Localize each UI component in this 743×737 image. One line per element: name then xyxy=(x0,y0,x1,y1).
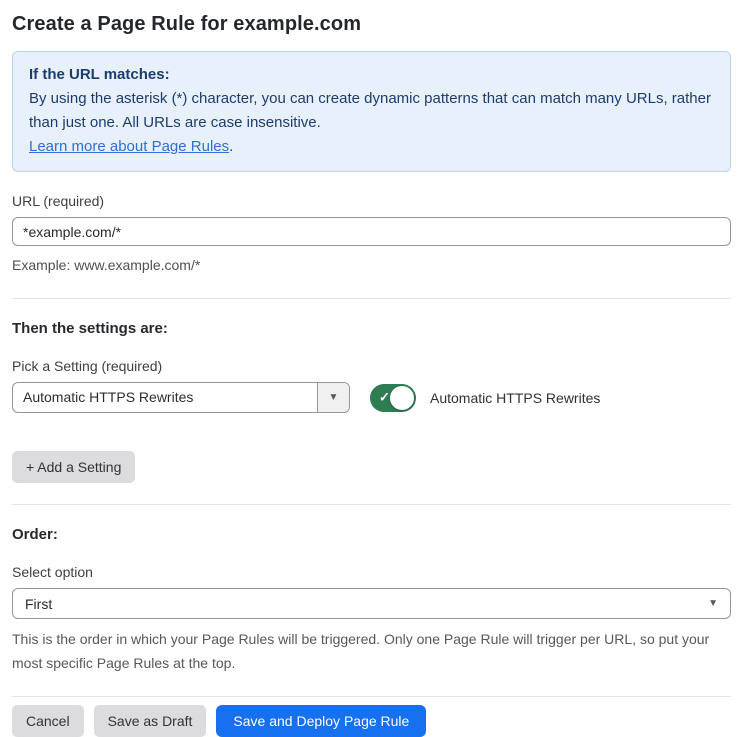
automatic-https-rewrites-toggle[interactable]: ✓ xyxy=(370,383,416,412)
setting-picker-value: Automatic HTTPS Rewrites xyxy=(23,389,194,405)
toggle-knob xyxy=(390,385,414,410)
divider xyxy=(12,696,731,697)
url-field-label: URL (required) xyxy=(12,193,105,209)
setting-picker-arrow-button[interactable]: ▼ xyxy=(317,383,349,412)
check-icon: ✓ xyxy=(379,389,390,405)
divider xyxy=(12,298,731,299)
order-helper-text: This is the order in which your Page Rul… xyxy=(12,631,710,671)
page-title: Create a Page Rule for example.com xyxy=(12,13,362,35)
save-as-draft-button[interactable]: Save as Draft xyxy=(93,705,207,737)
settings-section-heading: Then the settings are: xyxy=(12,320,168,337)
link-period: . xyxy=(229,138,234,155)
setting-picker-dropdown[interactable]: Automatic HTTPS Rewrites ▼ xyxy=(12,382,350,413)
order-select[interactable]: First ▼ xyxy=(12,588,731,619)
order-select-value: First xyxy=(25,595,53,612)
footer-actions: Cancel Save as Draft Save and Deploy Pag… xyxy=(12,705,731,737)
chevron-down-icon: ▼ xyxy=(708,597,718,609)
cancel-button[interactable]: Cancel xyxy=(12,705,84,737)
url-field-helper: Example: www.example.com/* xyxy=(12,257,201,273)
divider xyxy=(12,504,731,505)
url-input[interactable] xyxy=(12,217,731,246)
order-select-label: Select option xyxy=(12,564,93,580)
order-section-heading: Order: xyxy=(12,526,58,543)
info-box-heading: If the URL matches: xyxy=(29,66,170,83)
setting-row: Automatic HTTPS Rewrites ▼ ✓ Automatic H… xyxy=(12,382,731,413)
chevron-down-icon: ▼ xyxy=(328,391,339,403)
add-setting-button[interactable]: + Add a Setting xyxy=(12,451,136,483)
info-box-body: By using the asterisk (*) character, you… xyxy=(29,87,714,159)
info-box-body-text: By using the asterisk (*) character, you… xyxy=(29,90,711,131)
setting-picker-label: Pick a Setting (required) xyxy=(12,358,163,374)
save-and-deploy-button[interactable]: Save and Deploy Page Rule xyxy=(216,705,427,737)
url-match-info-box: If the URL matches: By using the asteris… xyxy=(12,51,731,172)
learn-more-link[interactable]: Learn more about Page Rules xyxy=(29,138,229,155)
toggle-label: Automatic HTTPS Rewrites xyxy=(430,389,601,406)
page-rule-form: Create a Page Rule for example.com If th… xyxy=(0,0,743,737)
